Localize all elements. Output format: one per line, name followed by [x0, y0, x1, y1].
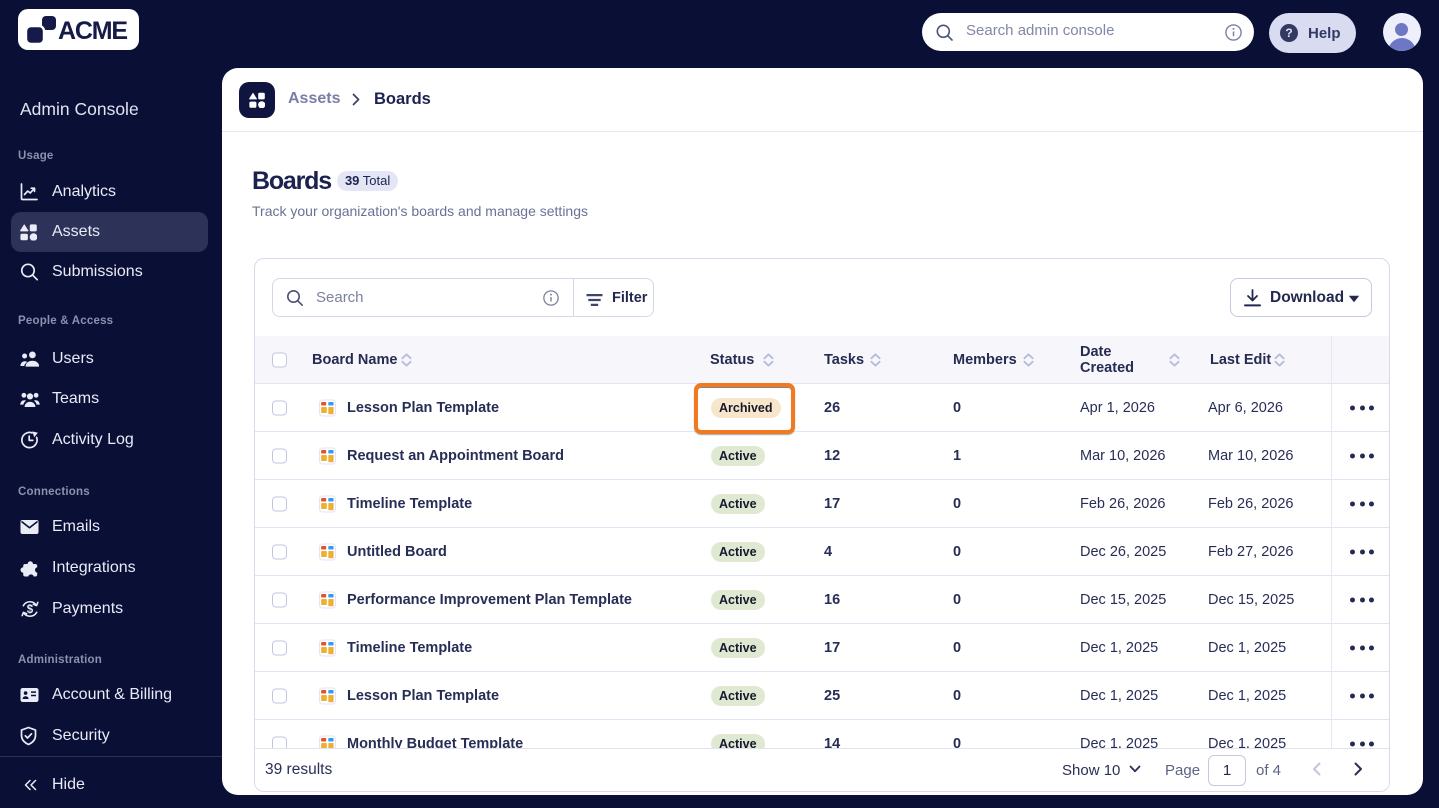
- svg-text:$: $: [27, 604, 34, 616]
